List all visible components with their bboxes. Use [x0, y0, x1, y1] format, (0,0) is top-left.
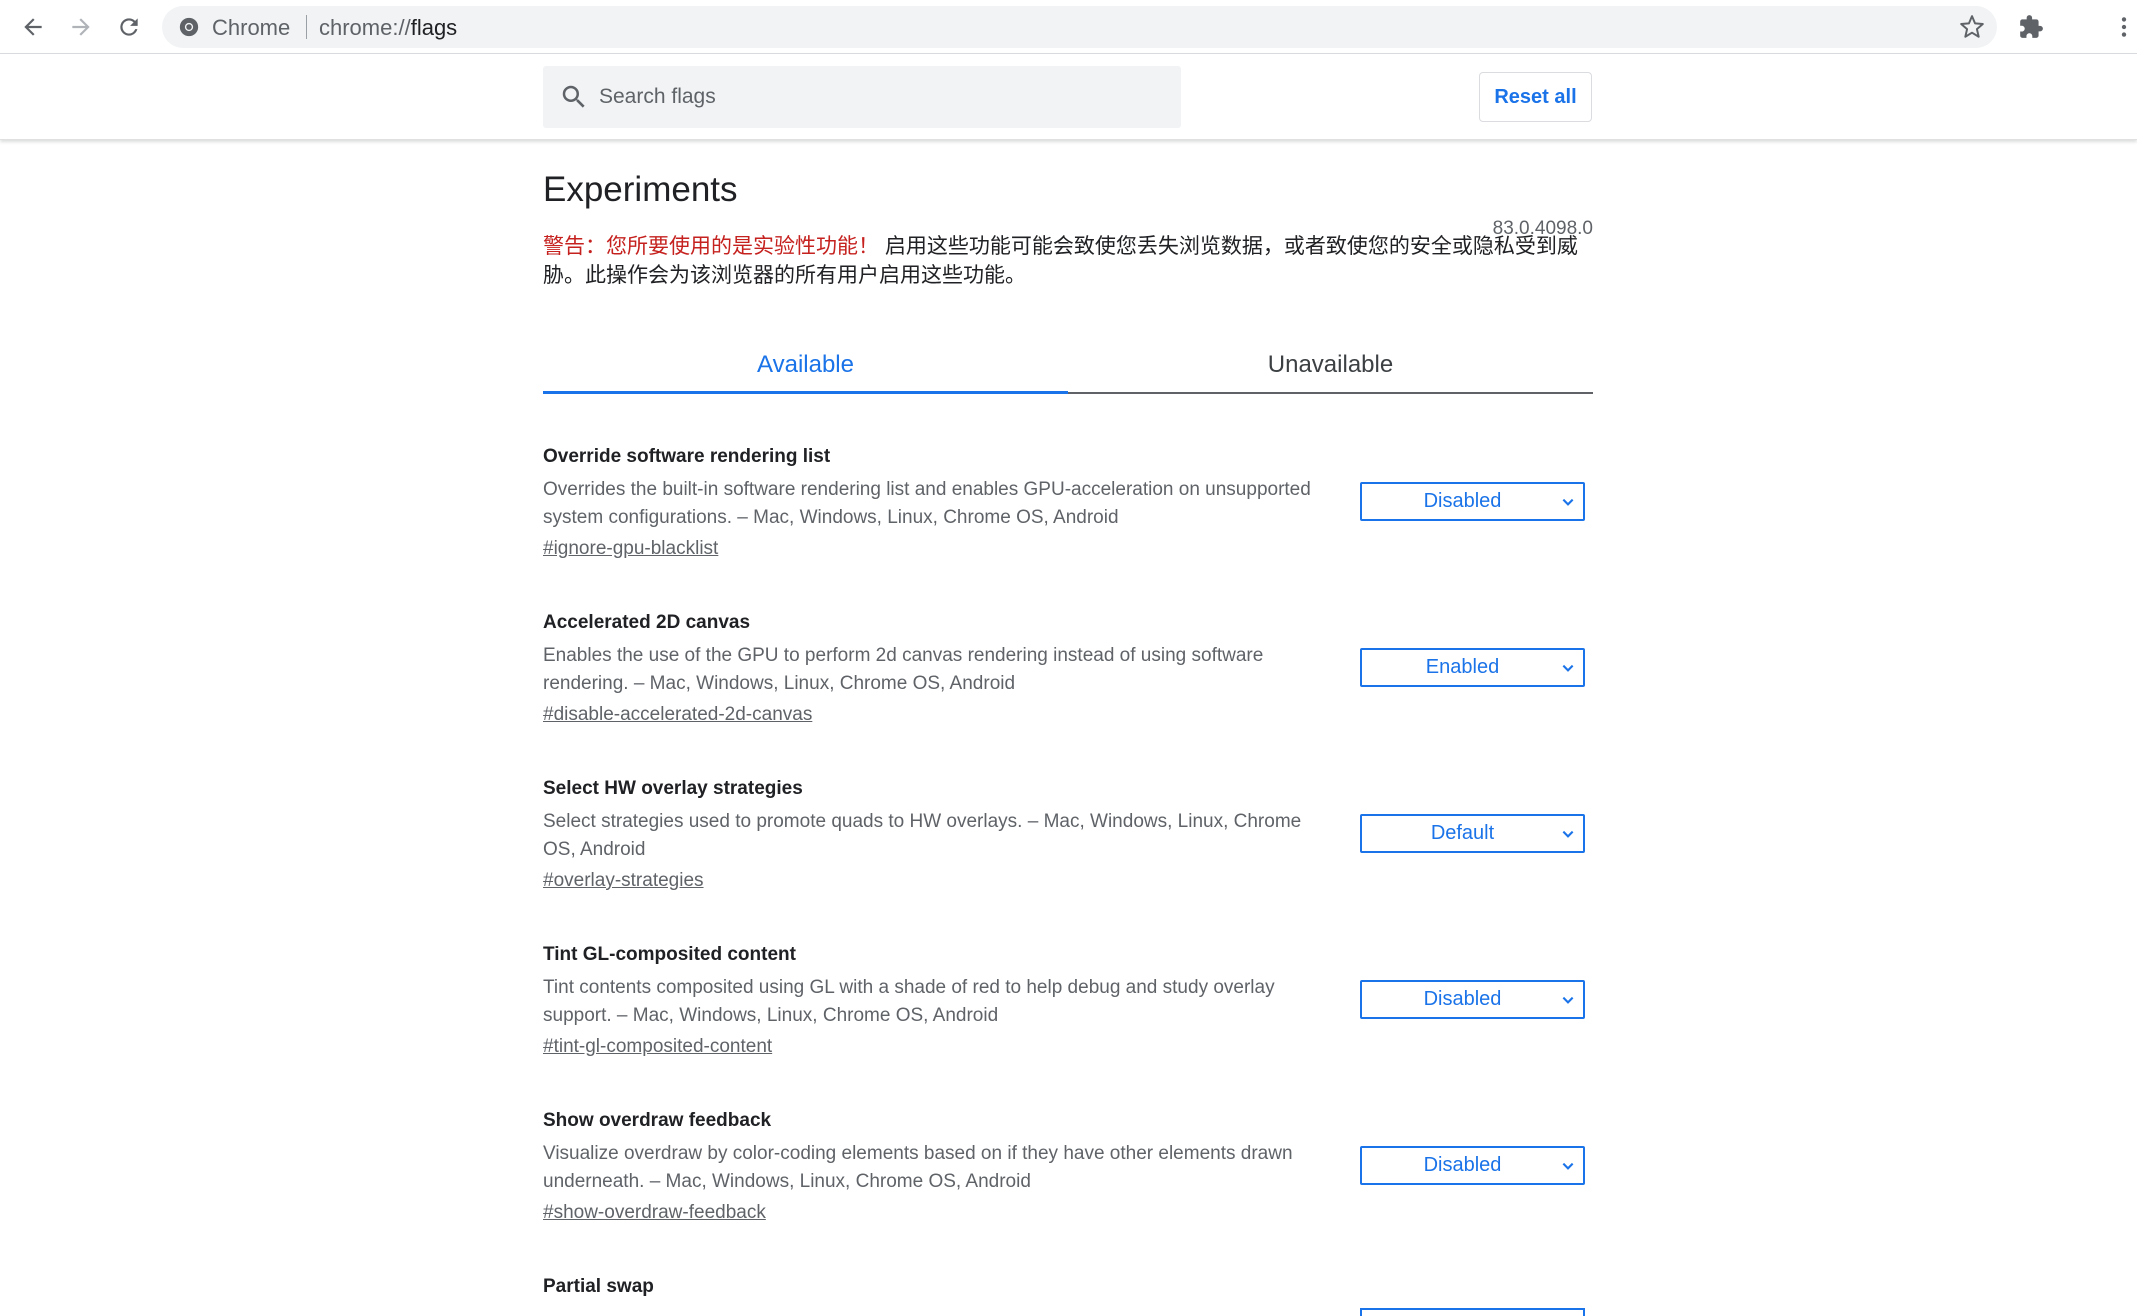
warning-message: 警告：您所要使用的是实验性功能！ 启用这些功能可能会致使您丢失浏览数据，或者致使… — [543, 232, 1593, 290]
url-scheme: chrome:// — [319, 15, 411, 40]
flag-name: Override software rendering list — [543, 446, 831, 467]
page-title: Experiments — [543, 170, 738, 209]
flag-description: Visualize overdraw by color-coding eleme… — [543, 1143, 1293, 1192]
flag-item: Tint GL-composited content Tint contents… — [543, 944, 1593, 1074]
flag-state-select[interactable]: Default — [1360, 814, 1585, 853]
flag-description: Tint contents composited using GL with a… — [543, 977, 1275, 1026]
flag-item: Select HW overlay strategies Select stra… — [543, 778, 1593, 908]
flag-item: Partial swap — [543, 1276, 1593, 1316]
chevron-down-icon — [1562, 1162, 1574, 1170]
flag-name: Partial swap — [543, 1276, 654, 1297]
reset-all-button[interactable]: Reset all — [1479, 72, 1592, 122]
address-bar[interactable]: Chrome chrome://flags — [162, 6, 1997, 48]
active-tab-indicator — [543, 391, 1068, 394]
flag-permalink[interactable]: #ignore-gpu-blacklist — [543, 538, 718, 560]
flag-state-select[interactable]: Disabled — [1360, 980, 1585, 1019]
url-host: flags — [410, 15, 458, 40]
forward-button[interactable] — [62, 8, 100, 46]
search-box[interactable] — [543, 66, 1181, 128]
back-arrow-icon — [24, 18, 42, 36]
flag-state-select[interactable] — [1360, 1308, 1585, 1316]
chevron-down-icon — [1562, 664, 1574, 672]
title-row: Experiments 83.0.4098.0 — [543, 170, 1593, 239]
flag-name: Tint GL-composited content — [543, 944, 796, 965]
flag-state-value: Disabled — [1423, 1154, 1502, 1176]
tab-unavailable[interactable]: Unavailable — [1068, 336, 1593, 394]
star-icon[interactable] — [1959, 14, 1985, 40]
flag-item: Override software rendering list Overrid… — [543, 446, 1593, 576]
chrome-logo-icon — [179, 17, 199, 37]
flag-state-value: Disabled — [1423, 490, 1502, 512]
warning-prefix: 警告：您所要使用的是实验性功能！ — [543, 235, 879, 258]
site-name: Chrome — [212, 15, 291, 40]
forward-arrow-icon — [72, 18, 90, 36]
browser-menu-button[interactable] — [2105, 8, 2137, 46]
chevron-down-icon — [1562, 498, 1574, 506]
flag-permalink[interactable]: #show-overdraw-feedback — [543, 1202, 766, 1224]
flag-state-value: Default — [1430, 822, 1495, 844]
flag-description: Select strategies used to promote quads … — [543, 811, 1302, 860]
flag-name: Show overdraw feedback — [543, 1110, 772, 1131]
flag-name: Accelerated 2D canvas — [543, 612, 751, 633]
puzzle-icon — [2020, 15, 2043, 38]
address-separator — [306, 15, 307, 39]
flag-state-value: Enabled — [1425, 656, 1500, 678]
flag-permalink[interactable]: #overlay-strategies — [543, 870, 704, 892]
kebab-menu-icon — [2121, 17, 2127, 37]
flag-state-select[interactable]: Disabled — [1360, 482, 1585, 521]
flag-permalink[interactable]: #tint-gl-composited-content — [543, 1036, 772, 1058]
reload-button[interactable] — [110, 8, 148, 46]
flag-state-select[interactable]: Enabled — [1360, 648, 1585, 687]
flags-header: Reset all — [0, 54, 2137, 140]
flag-description: Enables the use of the GPU to perform 2d… — [543, 645, 1264, 694]
extensions-button[interactable] — [2012, 8, 2050, 46]
search-input[interactable] — [597, 66, 1167, 128]
flag-state-select[interactable]: Disabled — [1360, 1146, 1585, 1185]
tab-available[interactable]: Available — [543, 336, 1068, 394]
chevron-down-icon — [1562, 996, 1574, 1004]
back-button[interactable] — [14, 8, 52, 46]
flag-item: Show overdraw feedback Visualize overdra… — [543, 1110, 1593, 1240]
chevron-down-icon — [1562, 830, 1574, 838]
search-icon — [562, 85, 585, 108]
flag-state-value: Disabled — [1423, 988, 1502, 1010]
flag-name: Select HW overlay strategies — [543, 778, 803, 799]
tab-bar: Available Unavailable — [543, 336, 1593, 394]
reload-icon — [120, 18, 138, 36]
browser-toolbar: Chrome chrome://flags — [0, 0, 2137, 54]
flag-item: Accelerated 2D canvas Enables the use of… — [543, 612, 1593, 742]
url-text: chrome://flags — [319, 15, 457, 41]
flag-description: Overrides the built-in software renderin… — [543, 479, 1311, 528]
flag-permalink[interactable]: #disable-accelerated-2d-canvas — [543, 704, 812, 726]
